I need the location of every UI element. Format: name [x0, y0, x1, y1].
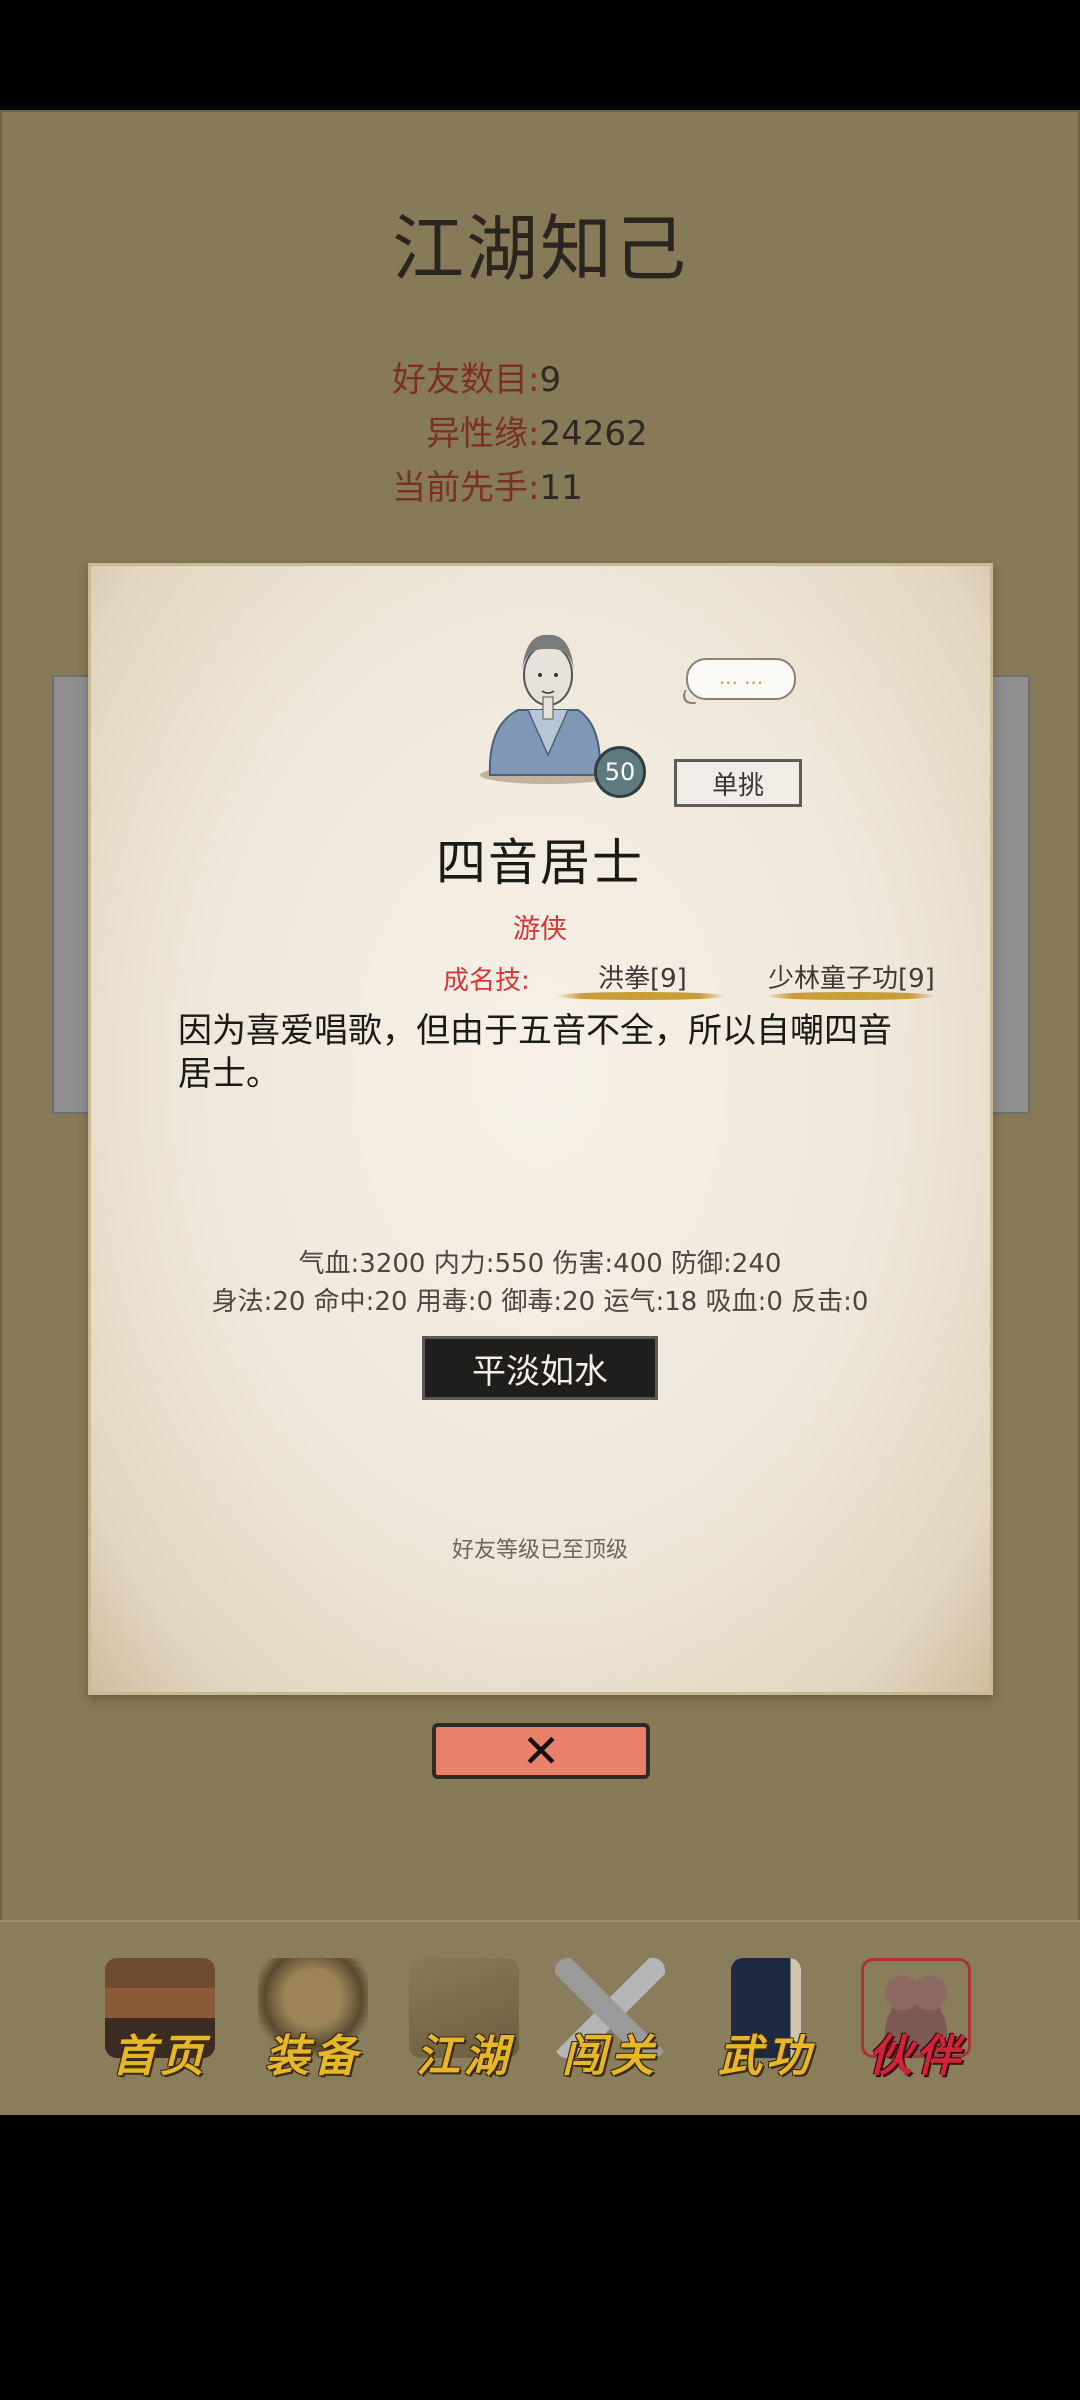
nav-item-equipment[interactable]: 装备: [243, 1950, 383, 2090]
skill-underline: [766, 992, 936, 1000]
stat-initiative: 当前先手:11: [392, 460, 583, 509]
nav-label: 首页: [112, 2031, 208, 2082]
stat-value: 24262: [539, 414, 648, 454]
stat-colon: :: [528, 468, 540, 508]
stat-label: 异性缘: [426, 414, 528, 454]
nav-label: 江湖: [416, 2031, 512, 2082]
nav-label: 武功: [718, 2031, 814, 2082]
nav-item-home[interactable]: 首页: [90, 1950, 230, 2090]
stat-value: 9: [539, 360, 562, 400]
level-badge: 50: [594, 746, 646, 798]
character-name: 四音居士: [436, 834, 644, 892]
stat-value: 11: [539, 468, 583, 508]
character-description: 因为喜爱唱歌，但由于五音不全，所以自嘲四音居士。: [178, 1011, 892, 1094]
friendship-max-note: 好友等级已至顶级: [451, 1538, 628, 1563]
stat-label: 当前先手: [392, 468, 528, 508]
stat-colon: :: [528, 360, 540, 400]
skill-underline: [556, 992, 726, 1000]
signature-skills-label: 成名技:: [443, 966, 530, 996]
speech-bubble: ... ...: [686, 658, 796, 700]
nav-item-jianghu[interactable]: 江湖: [394, 1950, 534, 2090]
page-title: 江湖知己: [391, 207, 688, 291]
attribute-line-primary: 气血:3200 内力:550 伤害:400 防御:240: [298, 1249, 782, 1279]
skill-item[interactable]: 洪拳[9]: [598, 958, 687, 995]
stat-label: 好友数目: [392, 360, 528, 400]
skill-item[interactable]: 少林童子功[9]: [768, 958, 935, 995]
nav-item-martial-arts[interactable]: 武功: [696, 1950, 836, 2090]
nav-label: 伙伴: [868, 2031, 964, 2082]
nav-label: 装备: [265, 2031, 361, 2082]
close-button[interactable]: ✕: [432, 1723, 650, 1779]
nav-label: 闯关: [562, 2031, 658, 2082]
duel-button[interactable]: 单挑: [674, 759, 802, 807]
attribute-line-secondary: 身法:20 命中:20 用毒:0 御毒:20 运气:18 吸血:0 反击:0: [211, 1287, 869, 1317]
close-icon: ✕: [521, 1724, 561, 1778]
stat-colon: :: [528, 414, 540, 454]
nav-item-companions[interactable]: 伙伴: [846, 1950, 986, 2090]
character-class: 游侠: [513, 914, 567, 945]
stat-friend-count: 好友数目:9: [392, 352, 561, 401]
stat-charm: 异性缘:24262: [426, 406, 648, 455]
mood-status-button[interactable]: 平淡如水: [422, 1336, 658, 1400]
nav-item-challenge[interactable]: 闯关: [540, 1950, 680, 2090]
